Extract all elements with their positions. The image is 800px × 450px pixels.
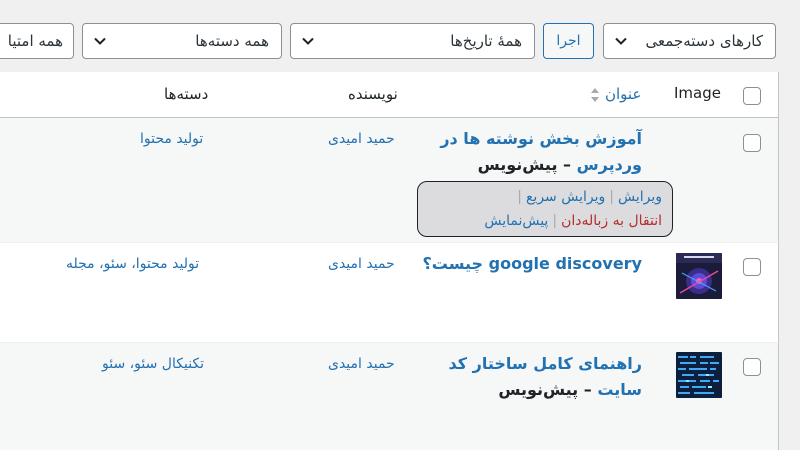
- post-categories-link[interactable]: تکنیکال سئو، سئو: [102, 356, 204, 372]
- table-header: Image عنوان نویسنده دسته‌ها: [0, 72, 779, 118]
- categories-column-header: دسته‌ها: [164, 85, 209, 103]
- post-author-link[interactable]: حمید امیدی: [328, 356, 395, 372]
- quick-edit-link[interactable]: ویرایش سریع: [526, 189, 605, 205]
- preview-link[interactable]: پیش‌نمایش: [484, 213, 548, 229]
- table-row: google discovery چیست؟ حمید امیدی تولید …: [0, 243, 779, 343]
- bulk-actions-select[interactable]: کارهای دسته‌جمعی: [603, 23, 776, 59]
- author-column-header: نویسنده: [348, 85, 398, 103]
- site-code-thumbnail[interactable]: [676, 352, 722, 398]
- thumbnail-image: [676, 352, 722, 398]
- row-checkbox[interactable]: [743, 134, 761, 152]
- trash-link[interactable]: انتقال به زباله‌دان: [561, 213, 662, 229]
- apply-button[interactable]: اجرا: [543, 23, 594, 59]
- google-discovery-thumbnail[interactable]: [676, 253, 722, 299]
- post-author-link[interactable]: حمید امیدی: [328, 131, 395, 147]
- select-all-checkbox[interactable]: [743, 87, 761, 105]
- chevron-down-icon: [615, 37, 627, 45]
- title-separator: –: [557, 155, 577, 174]
- thumbnail-image: [676, 253, 722, 299]
- row-checkbox[interactable]: [743, 358, 761, 376]
- post-title-link[interactable]: راهنمای کامل ساختار کد سایت – پیش‌نویس: [440, 351, 643, 403]
- rating-filter-label: همه امتیا: [7, 32, 63, 50]
- chevron-down-icon: [302, 37, 314, 45]
- date-filter-label: همهٔ تاریخ‌ها: [450, 32, 522, 50]
- sort-arrows-icon[interactable]: [589, 86, 601, 104]
- title-column-header[interactable]: عنوان: [605, 85, 641, 103]
- bulk-actions-label: کارهای دسته‌جمعی: [645, 32, 763, 50]
- image-column-header: Image: [674, 84, 721, 102]
- chevron-down-icon: [94, 37, 106, 45]
- row-actions: ویرایش|ویرایش سریع| انتقال به زباله‌دان|…: [417, 181, 673, 237]
- edit-link[interactable]: ویرایش: [618, 189, 662, 205]
- post-state: پیش‌نویس: [477, 155, 558, 174]
- post-title-link[interactable]: آموزش بخش نوشته ها در وردپرس – پیش‌نویس: [440, 126, 642, 178]
- post-categories-link[interactable]: تولید محتوا، سئو، مجله: [66, 256, 199, 272]
- date-filter-select[interactable]: همهٔ تاریخ‌ها: [290, 23, 535, 59]
- category-filter-select[interactable]: همه دسته‌ها: [82, 23, 282, 59]
- category-filter-label: همه دسته‌ها: [195, 32, 269, 50]
- table-row: راهنمای کامل ساختار کد سایت – پیش‌نویس ح…: [0, 343, 779, 450]
- post-categories-link[interactable]: تولید محتوا: [140, 131, 203, 147]
- post-author-link[interactable]: حمید امیدی: [328, 256, 395, 272]
- post-state: پیش‌نویس: [498, 380, 579, 399]
- row-checkbox[interactable]: [743, 258, 761, 276]
- post-title-link[interactable]: google discovery چیست؟: [423, 251, 642, 277]
- rating-filter-select[interactable]: همه امتیا: [0, 23, 74, 59]
- title-separator: –: [578, 380, 598, 399]
